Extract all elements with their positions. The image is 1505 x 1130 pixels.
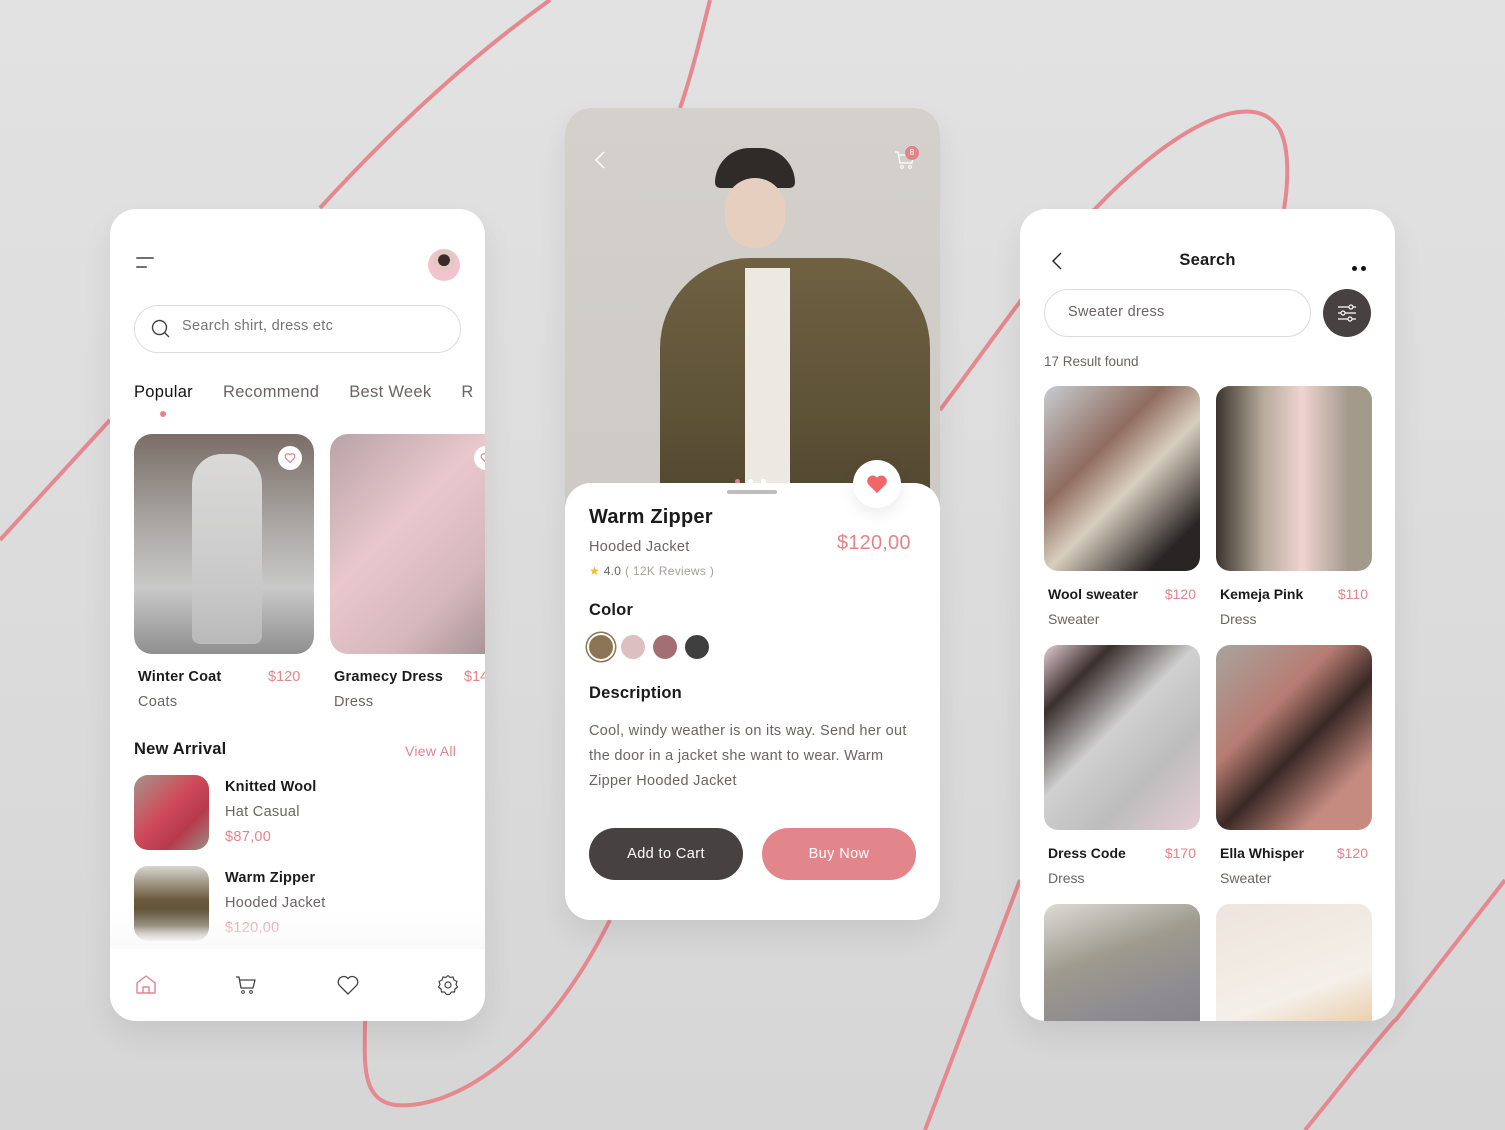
product-subtitle: Hat Casual bbox=[225, 804, 300, 820]
sliders-icon bbox=[1338, 304, 1356, 322]
result-card[interactable] bbox=[1044, 904, 1200, 1021]
product-price: $110 bbox=[1337, 586, 1368, 602]
star-icon: ★ bbox=[589, 564, 601, 578]
color-swatch[interactable] bbox=[621, 635, 645, 659]
product-image bbox=[1044, 904, 1200, 1021]
product-name: Knitted Wool bbox=[225, 779, 317, 795]
result-card[interactable]: Kemeja Pink $110 Dress bbox=[1216, 386, 1372, 627]
color-swatch[interactable] bbox=[685, 635, 709, 659]
heart-outline-icon bbox=[480, 453, 485, 463]
color-options bbox=[589, 635, 717, 659]
rating-value: 4.0 bbox=[603, 564, 622, 578]
favorite-button[interactable] bbox=[474, 446, 485, 470]
favorite-button[interactable] bbox=[278, 446, 302, 470]
drag-handle[interactable] bbox=[727, 490, 777, 494]
user-avatar[interactable] bbox=[428, 249, 460, 281]
product-price: $120 bbox=[268, 669, 301, 685]
product-name: Wool sweater bbox=[1048, 586, 1138, 602]
product-category: Dress bbox=[1048, 870, 1085, 886]
product-name: Gramecy Dress bbox=[334, 669, 444, 685]
product-price: $120 bbox=[1336, 845, 1368, 861]
product-rating: ★ 4.0 ( 12K Reviews ) bbox=[589, 564, 714, 578]
search-bar[interactable] bbox=[134, 305, 461, 353]
new-arrival-title: New Arrival bbox=[134, 740, 227, 758]
product-category: Dress bbox=[1220, 611, 1257, 627]
product-hero-image bbox=[565, 108, 940, 518]
product-image bbox=[134, 434, 314, 654]
product-category: Dress bbox=[334, 694, 374, 710]
product-price: $120 bbox=[1164, 586, 1196, 602]
product-name: Winter Coat bbox=[138, 669, 222, 685]
home-icon[interactable] bbox=[134, 973, 158, 997]
scroll-fade bbox=[110, 909, 485, 949]
filter-button[interactable] bbox=[1323, 289, 1371, 337]
search-icon bbox=[151, 319, 170, 338]
product-card[interactable]: Winter Coat $120 Coats bbox=[134, 434, 314, 710]
settings-icon[interactable] bbox=[436, 973, 460, 997]
description-label: Description bbox=[589, 684, 682, 702]
product-category: Sweater bbox=[1220, 870, 1272, 886]
product-price: $140 bbox=[464, 669, 485, 685]
search-input[interactable] bbox=[182, 318, 442, 334]
result-card[interactable]: Ella Whisper $120 Sweater bbox=[1216, 645, 1372, 886]
product-image bbox=[1216, 386, 1372, 571]
product-image bbox=[1044, 645, 1200, 830]
product-title: Warm Zipper bbox=[589, 506, 713, 528]
search-screen: Search 17 Result found Wool sweater $120… bbox=[1020, 209, 1395, 1021]
menu-icon[interactable] bbox=[136, 257, 156, 271]
color-swatch[interactable] bbox=[653, 635, 677, 659]
product-card[interactable]: Gramecy Dress $140 Dress bbox=[330, 434, 485, 710]
tab-best-week[interactable]: Best Week bbox=[349, 383, 431, 402]
favorite-button[interactable] bbox=[853, 460, 901, 508]
product-name: Dress Code bbox=[1048, 845, 1126, 861]
product-subtitle: Hooded Jacket bbox=[589, 539, 690, 555]
product-thumbnail bbox=[134, 775, 209, 850]
product-price: $87,00 bbox=[225, 829, 272, 845]
product-name: Ella Whisper bbox=[1220, 845, 1305, 861]
category-tabs: Popular Recommend Best Week R bbox=[134, 383, 485, 417]
result-count: 17 Result found bbox=[1044, 354, 1139, 369]
product-detail-screen: 8 Warm Zipper Hooded Jacket ★ 4.0 ( 12K … bbox=[565, 108, 940, 920]
search-input[interactable] bbox=[1068, 304, 1288, 320]
back-icon[interactable] bbox=[593, 150, 607, 170]
product-name: Kemeja Pink bbox=[1220, 586, 1304, 602]
product-description: Cool, windy weather is on its way. Send … bbox=[589, 723, 907, 789]
bottom-nav bbox=[110, 949, 485, 1021]
product-category: Coats bbox=[138, 694, 178, 710]
product-name: Warm Zipper bbox=[225, 870, 316, 886]
heart-icon[interactable] bbox=[336, 973, 360, 997]
color-swatch[interactable] bbox=[589, 635, 613, 659]
product-category: Sweater bbox=[1048, 611, 1100, 627]
page-title: Search bbox=[1179, 251, 1236, 269]
color-label: Color bbox=[589, 601, 634, 619]
more-options-icon[interactable] bbox=[1352, 258, 1370, 276]
product-image bbox=[330, 434, 485, 654]
search-bar[interactable] bbox=[1044, 289, 1311, 337]
add-to-cart-button[interactable]: Add to Cart bbox=[589, 828, 743, 880]
home-screen: Popular Recommend Best Week R Winter Coat $… bbox=[110, 209, 485, 1021]
list-item[interactable]: Knitted Wool Hat Casual $87,00 bbox=[134, 775, 434, 851]
tab-popular[interactable]: Popular bbox=[134, 383, 193, 417]
product-price: $120,00 bbox=[837, 532, 911, 554]
cart-badge: 8 bbox=[905, 146, 919, 160]
result-card[interactable]: Wool sweater $120 Sweater bbox=[1044, 386, 1200, 627]
result-card[interactable]: Dress Code $170 Dress bbox=[1044, 645, 1200, 886]
result-card[interactable] bbox=[1216, 904, 1372, 1021]
product-image bbox=[1044, 386, 1200, 571]
view-all-link[interactable]: View All bbox=[405, 743, 456, 759]
heart-filled-icon bbox=[867, 475, 887, 494]
tab-more[interactable]: R bbox=[461, 383, 473, 402]
heart-outline-icon bbox=[284, 453, 296, 464]
product-image bbox=[1216, 904, 1372, 1021]
product-image bbox=[1216, 645, 1372, 830]
buy-now-button[interactable]: Buy Now bbox=[762, 828, 916, 880]
review-count: ( 12K Reviews ) bbox=[624, 564, 715, 578]
cart-icon[interactable] bbox=[234, 973, 258, 997]
tab-recommend[interactable]: Recommend bbox=[223, 383, 319, 402]
product-price: $170 bbox=[1164, 845, 1196, 861]
